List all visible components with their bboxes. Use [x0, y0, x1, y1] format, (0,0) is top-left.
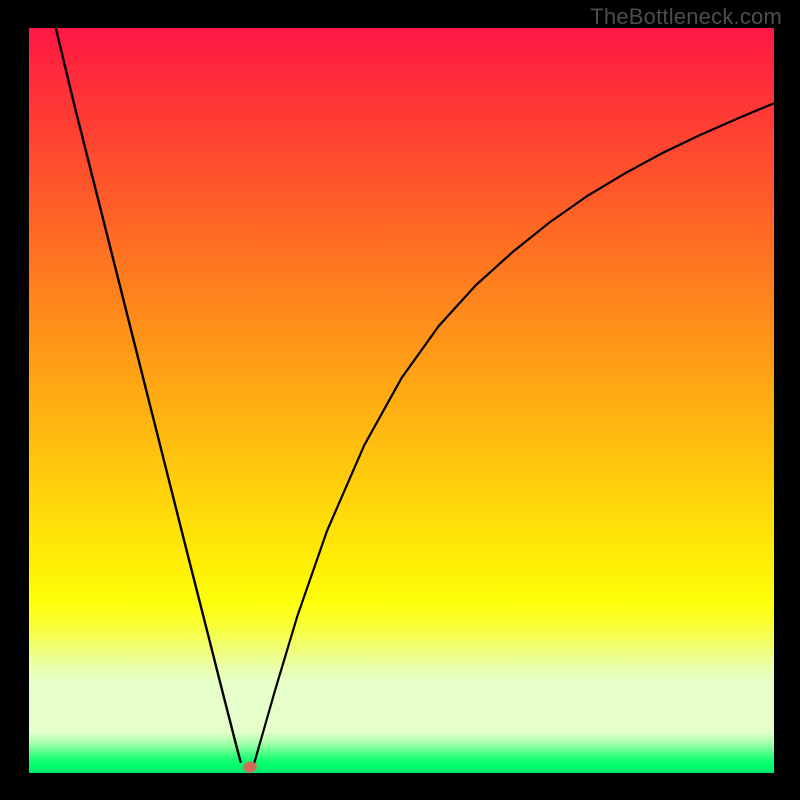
left-branch-line: [56, 28, 241, 762]
right-branch-line: [253, 103, 775, 769]
chart-plot-area: [29, 28, 774, 773]
watermark-text: TheBottleneck.com: [590, 4, 782, 30]
chart-curve: [29, 28, 774, 773]
